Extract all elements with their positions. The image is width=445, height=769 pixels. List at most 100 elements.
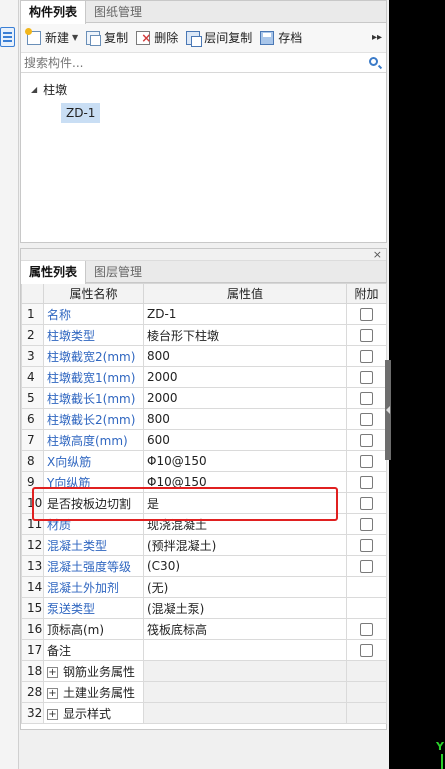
tab-property-list[interactable]: 属性列表: [21, 261, 87, 284]
table-row[interactable]: 12 混凝土类型 (预拌混凝土): [21, 534, 387, 556]
attach-checkbox[interactable]: [360, 329, 373, 342]
property-name: 名称: [43, 303, 144, 325]
new-icon: [25, 27, 41, 45]
table-row[interactable]: 9 Y向纵筋 Φ10@150: [21, 471, 387, 493]
splitter-handle[interactable]: [385, 360, 391, 460]
expand-plus-icon[interactable]: +: [47, 687, 58, 699]
property-name: 柱墩截宽2(mm): [43, 345, 144, 367]
attach-cell: [346, 471, 387, 493]
attach-checkbox[interactable]: [360, 413, 373, 426]
group-row[interactable]: 32 + 显示样式: [21, 702, 387, 724]
row-index: 14: [21, 576, 44, 598]
table-row[interactable]: 11 材质 现浇混凝土: [21, 513, 387, 535]
attach-cell: [346, 555, 387, 577]
table-row[interactable]: 6 柱墩截长2(mm) 800: [21, 408, 387, 430]
property-value[interactable]: (C30): [143, 555, 347, 577]
attach-checkbox[interactable]: [360, 539, 373, 552]
table-header-row: 属性名称 属性值 附加: [21, 283, 387, 304]
property-name: 是否按板边切割: [43, 492, 144, 514]
property-value[interactable]: 600: [143, 429, 347, 451]
floor-copy-button[interactable]: 层间复制: [182, 26, 256, 50]
attach-checkbox[interactable]: [360, 308, 373, 321]
attach-checkbox[interactable]: [360, 371, 373, 384]
attach-checkbox[interactable]: [360, 476, 373, 489]
attach-checkbox[interactable]: [360, 518, 373, 531]
property-value[interactable]: (预拌混凝土): [143, 534, 347, 556]
group-row[interactable]: 28 + 土建业务属性: [21, 681, 387, 703]
property-value[interactable]: Φ10@150: [143, 471, 347, 493]
table-row[interactable]: 8 X向纵筋 Φ10@150: [21, 450, 387, 472]
new-label: 新建: [45, 31, 70, 45]
property-value[interactable]: 是: [143, 492, 347, 514]
property-value[interactable]: (混凝土泵): [143, 597, 347, 619]
attach-checkbox[interactable]: [360, 455, 373, 468]
attach-checkbox[interactable]: [360, 392, 373, 405]
expand-plus-icon[interactable]: +: [47, 708, 58, 720]
property-value[interactable]: 800: [143, 408, 347, 430]
tree-node-category[interactable]: ◢ 柱墩: [21, 79, 386, 99]
property-value[interactable]: 现浇混凝土: [143, 513, 347, 535]
property-value[interactable]: (无): [143, 576, 347, 598]
delete-label: 删除: [154, 31, 179, 45]
row-index: 13: [21, 555, 44, 577]
more-arrow-icon[interactable]: ▸▸: [372, 32, 382, 43]
attach-checkbox[interactable]: [360, 350, 373, 363]
group-row[interactable]: 18 + 钢筋业务属性: [21, 660, 387, 682]
floor-copy-label: 层间复制: [204, 31, 253, 45]
attach-checkbox[interactable]: [360, 560, 373, 573]
row-index: 11: [21, 513, 44, 535]
property-value[interactable]: 2000: [143, 387, 347, 409]
table-row[interactable]: 13 混凝土强度等级 (C30): [21, 555, 387, 577]
table-row[interactable]: 2 柱墩类型 棱台形下柱墩: [21, 324, 387, 346]
property-value[interactable]: 2000: [143, 366, 347, 388]
tab-component-list[interactable]: 构件列表: [21, 1, 87, 24]
property-value[interactable]: Φ10@150: [143, 450, 347, 472]
property-value[interactable]: [143, 639, 347, 661]
tab-layer-management[interactable]: 图层管理: [86, 261, 150, 282]
expand-plus-icon[interactable]: +: [47, 666, 58, 678]
property-value[interactable]: 棱台形下柱墩: [143, 324, 347, 346]
attach-checkbox[interactable]: [360, 434, 373, 447]
table-row[interactable]: 3 柱墩截宽2(mm) 800: [21, 345, 387, 367]
property-value[interactable]: ZD-1: [143, 303, 347, 325]
left-dock-strip: [0, 0, 19, 769]
delete-button[interactable]: 删除: [132, 26, 182, 50]
table-row[interactable]: 17 备注: [21, 639, 387, 661]
search-icon[interactable]: [369, 57, 378, 66]
group-attach: [346, 702, 387, 724]
property-table: 属性名称 属性值 附加 1 名称 ZD-1 2 柱墩类型 棱台形下柱墩 3 柱墩截宽2(mm)…: [21, 283, 387, 724]
property-name: 柱墩高度(mm): [43, 429, 144, 451]
copy-button[interactable]: 复制: [82, 26, 132, 50]
property-value[interactable]: 800: [143, 345, 347, 367]
table-row[interactable]: 15 泵送类型 (混凝土泵): [21, 597, 387, 619]
property-value[interactable]: 筏板底标高: [143, 618, 347, 640]
tree-item-zd1[interactable]: ZD-1: [61, 103, 101, 123]
property-name: X向纵筋: [43, 450, 144, 472]
group-value: [143, 702, 347, 724]
table-row[interactable]: 10 是否按板边切割是: [21, 492, 387, 514]
new-button[interactable]: 新建 ▼: [23, 26, 82, 50]
attach-checkbox[interactable]: [360, 644, 373, 657]
table-row[interactable]: 1 名称 ZD-1: [21, 303, 387, 325]
list-icon[interactable]: [0, 27, 15, 47]
table-row[interactable]: 16 顶标高(m) 筏板底标高: [21, 618, 387, 640]
property-name: 混凝土强度等级: [43, 555, 144, 577]
search-input[interactable]: [24, 55, 354, 70]
table-row[interactable]: 5 柱墩截长1(mm) 2000: [21, 387, 387, 409]
collapse-triangle-icon[interactable]: ◢: [31, 85, 37, 94]
row-index: 12: [21, 534, 44, 556]
attach-cell: [346, 513, 387, 535]
save-button[interactable]: 存档: [256, 26, 306, 50]
row-index: 3: [21, 345, 44, 367]
table-row[interactable]: 7 柱墩高度(mm) 600: [21, 429, 387, 451]
close-icon[interactable]: ×: [373, 249, 382, 260]
viewport-area[interactable]: [389, 0, 445, 769]
attach-checkbox[interactable]: [360, 497, 373, 510]
table-row[interactable]: 14 混凝土外加剂 (无): [21, 576, 387, 598]
component-tree: ◢ 柱墩 ZD-1: [21, 73, 386, 123]
tab-drawing-management[interactable]: 图纸管理: [86, 1, 150, 22]
row-index: 7: [21, 429, 44, 451]
table-row[interactable]: 4 柱墩截宽1(mm) 2000: [21, 366, 387, 388]
attach-checkbox[interactable]: [360, 623, 373, 636]
floor-copy-icon: [186, 30, 203, 47]
